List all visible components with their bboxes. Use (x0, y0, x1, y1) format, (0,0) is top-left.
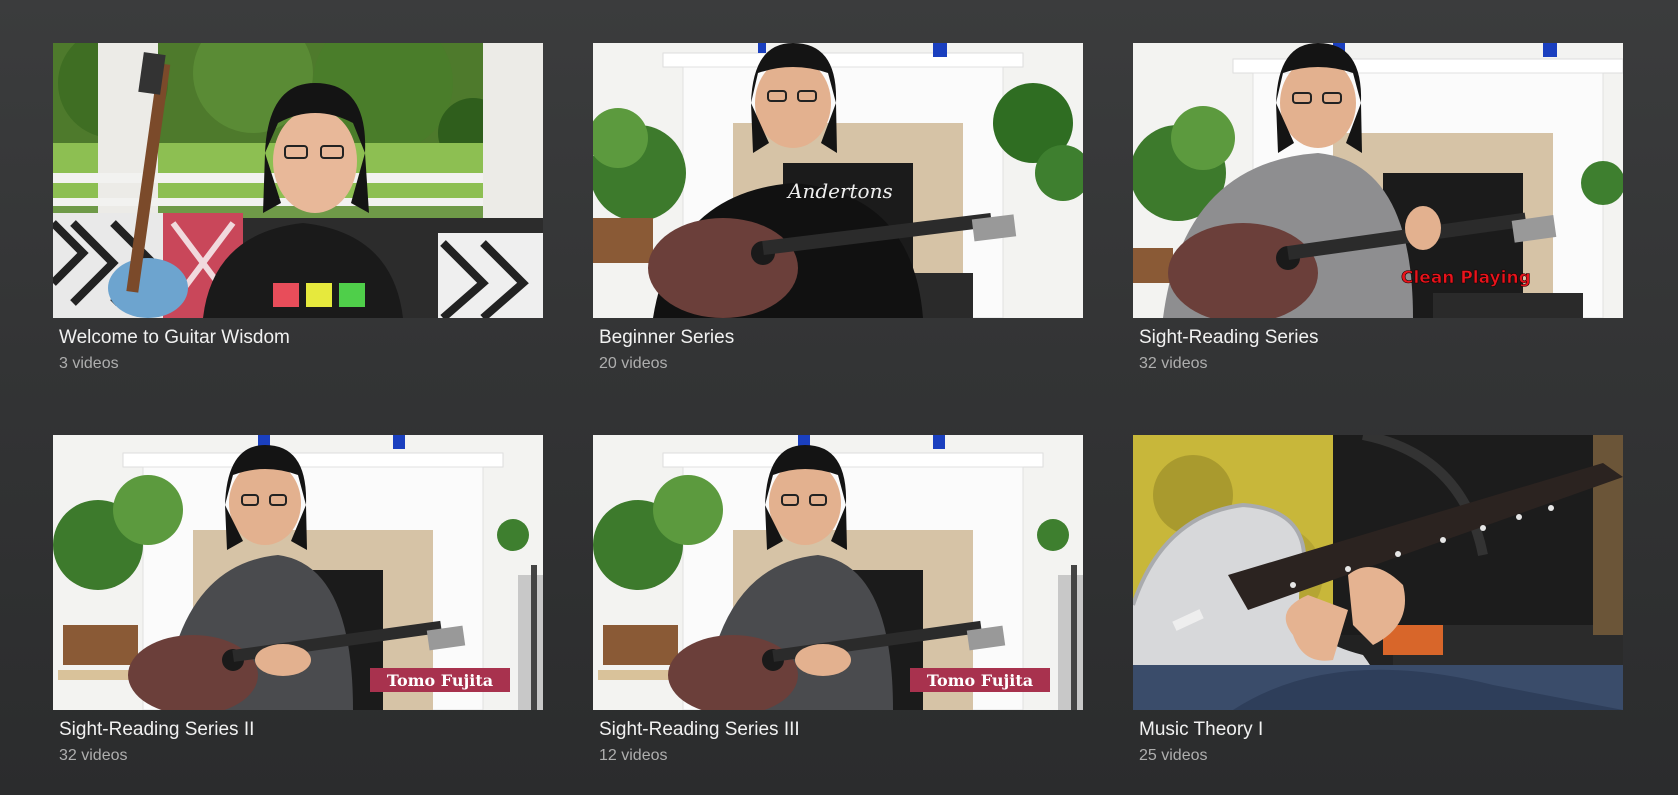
playlist-title[interactable]: Beginner Series (599, 327, 1083, 349)
playlist-grid: Welcome to Guitar Wisdom 3 videos Andert (53, 43, 1623, 785)
playlist-card-sight-reading-series[interactable]: Clean Playing Sight-Reading Series 32 vi… (1133, 43, 1623, 393)
playlist-thumbnail[interactable]: Andertons (593, 43, 1083, 318)
playlist-title[interactable]: Sight-Reading Series III (599, 719, 1083, 741)
playlist-thumbnail[interactable]: Tomo Fujita (53, 435, 543, 710)
playlist-thumbnail[interactable] (1133, 435, 1623, 710)
playlist-video-count: 3 videos (59, 355, 119, 372)
thumbnail-fireplace-scene: Clean Playing (1133, 43, 1623, 318)
thumbnail-overlay-text: Clean Playing (1401, 268, 1531, 288)
playlist-title[interactable]: Music Theory I (1139, 719, 1623, 741)
playlist-title[interactable]: Sight-Reading Series (1139, 327, 1623, 349)
playlist-card-sight-reading-series-iii[interactable]: Tomo Fujita Sight-Reading Series III 12 … (593, 435, 1083, 785)
playlist-video-count: 32 videos (1139, 355, 1208, 372)
playlist-card-beginner-series[interactable]: Andertons Beginner Series 20 videos (593, 43, 1083, 393)
playlist-thumbnail[interactable]: Clean Playing (1133, 43, 1623, 318)
playlist-video-count: 12 videos (599, 747, 668, 764)
shirt-logo-text: Andertons (786, 179, 893, 203)
playlist-title[interactable]: Welcome to Guitar Wisdom (59, 327, 543, 349)
playlist-video-count: 20 videos (599, 355, 668, 372)
playlist-thumbnail[interactable] (53, 43, 543, 318)
playlist-video-count: 32 videos (59, 747, 128, 764)
thumbnail-overlay-text: Tomo Fujita (927, 671, 1033, 690)
playlist-card-music-theory-i[interactable]: Music Theory I 25 videos (1133, 435, 1623, 785)
thumbnail-fireplace-scene: Andertons (593, 43, 1083, 318)
thumbnail-fireplace-scene: Tomo Fujita (593, 435, 1083, 710)
thumbnail-overlay-text: Tomo Fujita (387, 671, 493, 690)
playlist-thumbnail[interactable]: Tomo Fujita (593, 435, 1083, 710)
playlist-card-sight-reading-series-ii[interactable]: Tomo Fujita Sight-Reading Series II 32 v… (53, 435, 543, 785)
playlist-card-welcome[interactable]: Welcome to Guitar Wisdom 3 videos (53, 43, 543, 393)
playlist-video-count: 25 videos (1139, 747, 1208, 764)
thumbnail-guitar-closeup (1133, 435, 1623, 710)
playlist-title[interactable]: Sight-Reading Series II (59, 719, 543, 741)
thumbnail-fireplace-scene: Tomo Fujita (53, 435, 543, 710)
thumbnail-porch-scene (53, 43, 543, 318)
